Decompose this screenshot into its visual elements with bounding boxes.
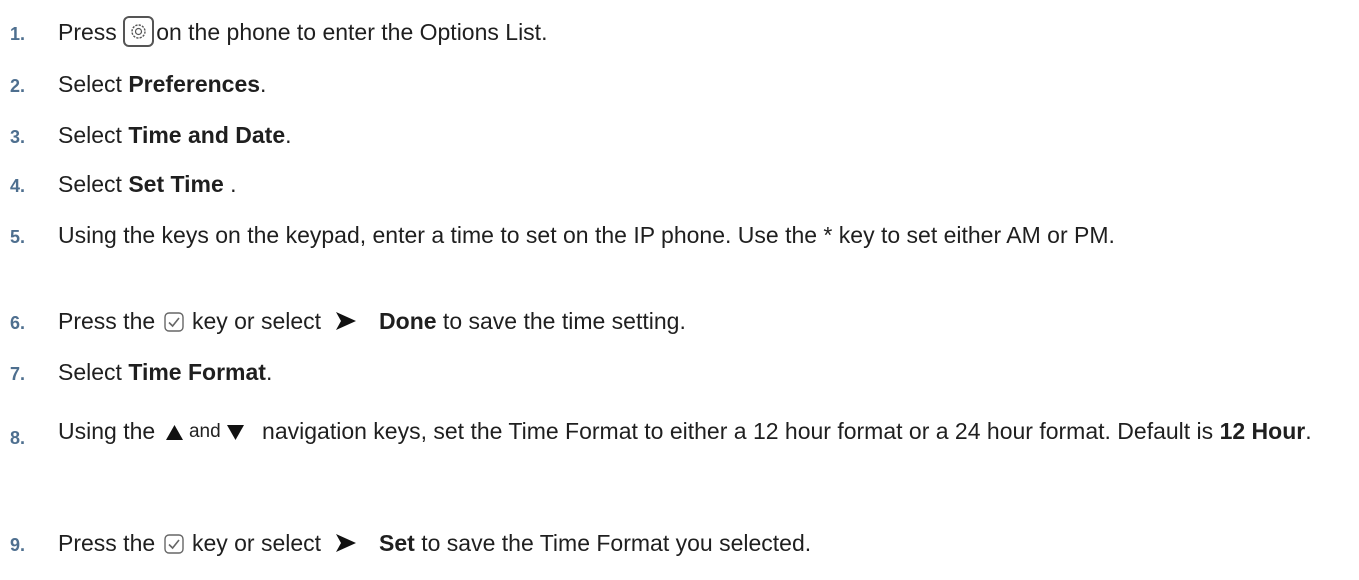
step-number: 4. xyxy=(10,176,26,196)
step-text: Press on the phone to enter the Options … xyxy=(58,16,1348,49)
step-text: Press the key or select Set to save the … xyxy=(58,530,812,556)
up-arrow-icon xyxy=(165,425,183,440)
checkmark-key-icon xyxy=(163,312,184,332)
settings-gear-key-icon xyxy=(123,16,155,47)
step-text: Select Set Time . xyxy=(58,171,237,197)
step-number: 2. xyxy=(10,76,26,96)
play-arrow-icon xyxy=(336,312,357,330)
step-number: 6. xyxy=(10,313,26,333)
step-number: 9. xyxy=(10,535,26,555)
step-number: 3. xyxy=(10,127,26,147)
step-text: Select Time and Date. xyxy=(58,122,292,148)
down-arrow-icon xyxy=(227,425,245,440)
navigation-keys: and xyxy=(165,415,245,449)
step-text: Using the and navigation keys, set the T… xyxy=(58,415,1348,449)
step-text: Select Time Format. xyxy=(58,359,273,385)
step-number: 7. xyxy=(10,364,26,384)
step-number: 8. xyxy=(10,428,26,448)
checkmark-key-icon xyxy=(163,534,184,554)
step-text: Using the keys on the keypad, enter a ti… xyxy=(58,222,1115,248)
step-text: Select Preferences. xyxy=(58,71,267,97)
step-number: 5. xyxy=(10,227,26,247)
step-number: 1. xyxy=(10,24,26,44)
play-arrow-icon xyxy=(336,534,357,552)
step-text: Press the key or select Done to save the… xyxy=(58,308,686,334)
